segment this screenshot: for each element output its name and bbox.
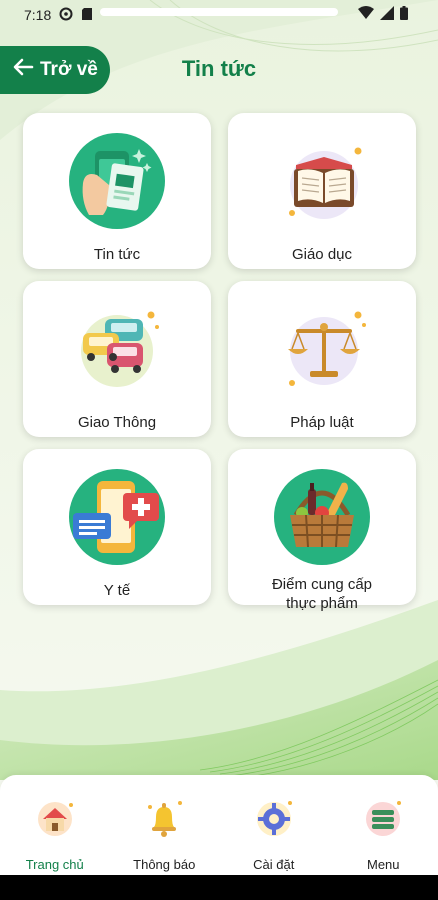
category-label: Y tế (103, 582, 131, 599)
category-label-line1: Điểm cung cấp (271, 576, 373, 593)
bottom-navigation: Trang chủ Thông báo Cài đặt Menu (0, 775, 438, 875)
category-label: Giáo dục (291, 246, 353, 263)
status-time: 7:18 (24, 7, 52, 23)
signal-icon (380, 5, 394, 25)
nav-label: Cài đặt (253, 857, 295, 872)
nav-label: Trang chủ (25, 857, 84, 872)
category-label: Pháp luật (290, 414, 354, 431)
news-phone-icon (67, 131, 167, 231)
home-gesture-handle[interactable] (100, 8, 338, 16)
menu-icon (361, 797, 405, 841)
sync-icon (59, 7, 73, 24)
wifi-icon (358, 5, 374, 25)
nav-label: Thông báo (133, 857, 196, 872)
battery-icon (400, 5, 408, 25)
category-card-food-supply[interactable]: Điểm cung cấp thực phẩm (228, 449, 416, 612)
category-grid: Tin tức Giáo dục Giao Thông Pháp luật Y … (23, 113, 416, 612)
page-title: Tin tức (181, 56, 257, 81)
category-label: Điểm cung cấp thực phẩm (272, 575, 372, 613)
home-icon (33, 797, 77, 841)
sim-card-icon (81, 7, 93, 24)
nav-label: Menu (366, 857, 400, 872)
nav-item-notifications[interactable]: Thông báo (114, 797, 214, 875)
nav-item-home[interactable]: Trang chủ (5, 797, 105, 875)
settings-gear-icon (252, 797, 296, 841)
category-card-traffic[interactable]: Giao Thông (23, 281, 211, 437)
health-phone-icon (67, 467, 167, 567)
book-icon (272, 131, 372, 231)
bell-icon (142, 797, 186, 841)
food-basket-icon (272, 467, 372, 567)
nav-item-menu[interactable]: Menu (333, 797, 433, 875)
category-card-news[interactable]: Tin tức (23, 113, 211, 269)
category-card-health[interactable]: Y tế (23, 449, 211, 605)
category-card-education[interactable]: Giáo dục (228, 113, 416, 269)
traffic-cars-icon (67, 299, 167, 399)
category-card-law[interactable]: Pháp luật (228, 281, 416, 437)
category-label: Giao Thông (77, 414, 157, 431)
category-label: Tin tức (93, 246, 141, 263)
nav-item-settings[interactable]: Cài đặt (224, 797, 324, 875)
system-gesture-bar (0, 875, 438, 900)
category-label-line2: thực phẩm (286, 595, 358, 612)
header: Trở về Tin tức (0, 46, 438, 96)
scales-icon (272, 299, 372, 399)
